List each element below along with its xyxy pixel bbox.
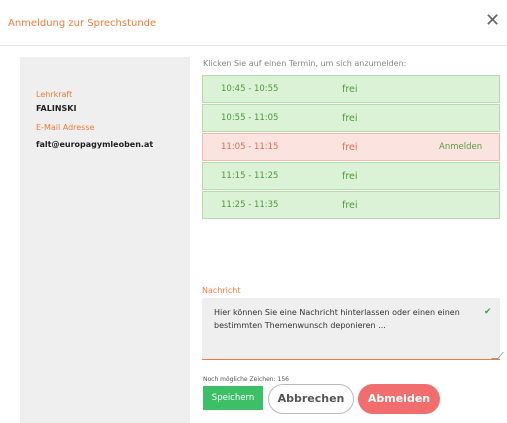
logout-button[interactable]: Abmelden [358, 384, 440, 414]
slot-time: 11:05 - 11:15 [221, 142, 279, 152]
teacher-email: falt@europagymleoben.at [36, 140, 154, 149]
slot-time: 11:15 - 11:25 [221, 171, 279, 181]
slot-item[interactable]: 10:45 - 10:55 frei [202, 75, 500, 103]
teacher-name: FALINSKI [36, 104, 77, 113]
slot-status: frei [342, 142, 358, 153]
slot-time: 10:45 - 10:55 [221, 84, 279, 94]
cancel-button[interactable]: Abbrechen [268, 384, 354, 414]
register-link[interactable]: Anmelden [439, 142, 482, 152]
slot-item[interactable]: 10:55 - 11:05 frei [202, 104, 500, 132]
header-divider [0, 45, 507, 46]
slots-instruction: Klicken Sie auf einen Termin, um sich an… [203, 59, 407, 68]
appointment-dialog: Anmeldung zur Sprechstunde ✕ Lehrkraft F… [0, 0, 507, 423]
email-label: E-Mail Adresse [36, 123, 95, 132]
slot-status: frei [342, 200, 358, 211]
slot-item[interactable]: 11:25 - 11:35 frei [202, 191, 500, 219]
slot-time: 10:55 - 11:05 [221, 113, 279, 123]
message-textarea[interactable]: Hier können Sie eine Nachricht hinterlas… [202, 298, 500, 360]
checkmark-icon: ✔ [484, 307, 492, 317]
remaining-chars: Noch mögliche Zeichen: 156 [203, 376, 289, 383]
close-icon[interactable]: ✕ [485, 12, 500, 30]
dialog-title: Anmeldung zur Sprechstunde [8, 18, 157, 29]
slot-item-selected[interactable]: 11:05 - 11:15 frei Anmelden [202, 133, 500, 161]
message-label: Nachricht [202, 286, 241, 295]
slot-list: 10:45 - 10:55 frei 10:55 - 11:05 frei 11… [202, 75, 500, 220]
slot-time: 11:25 - 11:35 [221, 200, 279, 210]
slot-status: frei [342, 113, 358, 124]
slot-status: frei [342, 84, 358, 95]
teacher-info-panel: Lehrkraft FALINSKI E-Mail Adresse falt@e… [20, 57, 190, 423]
message-text: Hier können Sie eine Nachricht hinterlas… [214, 308, 460, 330]
save-button[interactable]: Speichern [203, 386, 263, 410]
slot-status: frei [342, 171, 358, 182]
slot-item[interactable]: 11:15 - 11:25 frei [202, 162, 500, 190]
teacher-label: Lehrkraft [36, 90, 73, 99]
